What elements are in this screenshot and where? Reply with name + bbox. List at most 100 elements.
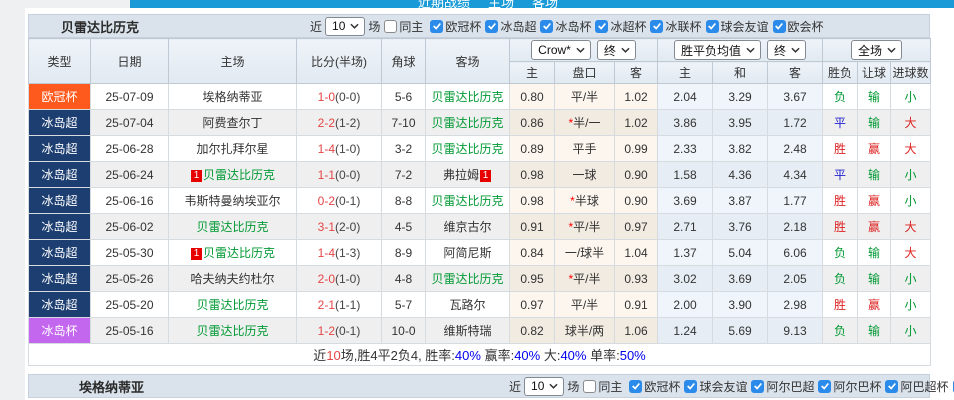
home-team-name[interactable]: 贝雷达比历克 (196, 324, 268, 338)
match-count-select[interactable]: 10 (325, 17, 365, 36)
crown-away-odds: 1.04 (615, 240, 658, 266)
league-filter-checkbox[interactable]: 冰联杯 (650, 18, 701, 35)
away-team-cell: 贝雷达比历克 (426, 266, 510, 292)
away-team-cell: 弗拉姆1 (426, 162, 510, 188)
home-team-name[interactable]: 阿费查尔丁 (202, 116, 262, 130)
col-header-type: 类型 (29, 39, 91, 84)
history-filters: 近 10 场 同主 欧冠杯 球会友谊 阿尔巴超 阿尔巴杯 阿巴超杯 (506, 377, 954, 396)
goals-result: 大 (891, 214, 931, 240)
away-team-name[interactable]: 贝雷达比历克 (431, 116, 503, 130)
nav-tab[interactable]: 客场 (532, 0, 558, 8)
team-history-header: 埃格纳蒂亚 近 10 场 同主 欧冠杯 球会友谊 阿尔巴超 阿尔巴杯 阿巴超 (28, 374, 930, 398)
home-team-name[interactable]: 埃格纳蒂亚 (202, 90, 262, 104)
away-team-name[interactable]: 贝雷达比历克 (431, 142, 503, 156)
away-team-name[interactable]: 贝雷达比历克 (431, 90, 503, 104)
top-nav-bar: 近期战绩 主场 客场 (130, 0, 954, 8)
match-count-select[interactable]: 10 (524, 377, 564, 396)
home-team-name[interactable]: 哈夫纳夫约杜尔 (190, 272, 274, 286)
crown-home-odds: 0.82 (510, 318, 555, 344)
league-badge: 冰岛超 (29, 240, 91, 266)
scope-select[interactable]: 全场 (851, 40, 902, 60)
crown-home-odds: 0.86 (510, 110, 555, 136)
score-cell: 1-0(0-0) (297, 84, 382, 110)
league-filter-checkbox[interactable]: 冰岛超 (485, 18, 536, 35)
crown-handicap: 球半/两 (555, 318, 615, 344)
match-date: 25-05-26 (91, 266, 169, 292)
match-date: 25-06-16 (91, 188, 169, 214)
league-filter-checkbox[interactable]: 球会友谊 (684, 378, 747, 395)
match-row: 冰岛超 25-06-02 贝雷达比历克 3-1(2-0) 4-5 维京古尔 0.… (29, 214, 931, 240)
home-team-name[interactable]: 韦斯特曼纳埃亚尔 (184, 194, 280, 208)
away-team-name[interactable]: 瓦路尔 (449, 298, 485, 312)
league-filter-checkbox[interactable]: 冰岛杯 (540, 18, 591, 35)
crown-home-odds: 0.80 (510, 84, 555, 110)
euro-home-odds: 3.86 (658, 110, 713, 136)
home-team-name[interactable]: 加尔扎拜尔星 (196, 142, 268, 156)
near-label: 近 (509, 378, 521, 395)
match-date: 25-06-28 (91, 136, 169, 162)
score-cell: 3-1(2-0) (297, 214, 382, 240)
handicap-result: 赢 (858, 214, 891, 240)
outcome-result: 胜 (823, 292, 858, 318)
checkbox-icon (751, 380, 764, 393)
home-team-cell: 贝雷达比历克 (169, 214, 297, 240)
crown-home-odds: 0.95 (510, 266, 555, 292)
league-filter-checkbox[interactable]: 欧冠杯 (430, 18, 481, 35)
checkbox-icon (885, 380, 898, 393)
bookmaker-select[interactable]: Crow* (531, 40, 591, 60)
match-history-table: 类型 日期 主场 比分(半场) 角球 客场 Crow* 终 (28, 38, 931, 366)
league-filter-checkbox[interactable]: 冰超杯 (595, 18, 646, 35)
euro-home-odds: 3.02 (658, 266, 713, 292)
home-team-cell: 1贝雷达比历克 (169, 240, 297, 266)
euro-home-odds: 1.58 (658, 162, 713, 188)
league-badge: 冰岛超 (29, 214, 91, 240)
corners-cell: 7-10 (382, 110, 426, 136)
goals-result: 小 (891, 292, 931, 318)
away-team-cell: 瓦路尔 (426, 292, 510, 318)
crown-handicap: *平/半 (555, 214, 615, 240)
crown-away-odds: 0.93 (615, 266, 658, 292)
euro-away-odds: 2.48 (768, 136, 823, 162)
away-team-name[interactable]: 贝雷达比历克 (431, 272, 503, 286)
away-team-name[interactable]: 阿简尼斯 (443, 246, 491, 260)
away-team-name[interactable]: 维京古尔 (443, 220, 491, 234)
outcome-result: 胜 (823, 136, 858, 162)
euro-home-odds: 2.33 (658, 136, 713, 162)
crown-handicap: *半球 (555, 188, 615, 214)
league-filter-checkbox[interactable]: 欧会杯 (773, 18, 824, 35)
same-host-checkbox[interactable]: 同主 (583, 378, 622, 395)
away-team-name[interactable]: 维斯特瑞 (443, 324, 491, 338)
crown-home-odds: 0.98 (510, 188, 555, 214)
goals-result: 大 (891, 240, 931, 266)
crown-stage-select[interactable]: 终 (597, 40, 636, 60)
league-filter-checkbox[interactable]: 阿尔巴超 (751, 378, 814, 395)
match-date: 25-05-16 (91, 318, 169, 344)
odds-average-select[interactable]: 胜平负均值 (674, 40, 761, 60)
corners-cell: 3-2 (382, 136, 426, 162)
home-team-name[interactable]: 贝雷达比历克 (203, 168, 275, 182)
home-team-cell: 贝雷达比历克 (169, 318, 297, 344)
league-filter-checkbox[interactable]: 欧冠杯 (629, 378, 680, 395)
euro-away-odds: 6.06 (768, 240, 823, 266)
checkbox-icon (650, 20, 663, 33)
corners-cell: 10-0 (382, 318, 426, 344)
home-team-name[interactable]: 贝雷达比历克 (196, 298, 268, 312)
team-history-header: 贝雷达比历克 近 10 场 同主 欧冠杯 冰岛超 冰岛杯 冰超杯 冰联杯 (28, 14, 930, 38)
home-team-name[interactable]: 贝雷达比历克 (203, 246, 275, 260)
outcome-result: 负 (823, 318, 858, 344)
euro-draw-odds: 5.04 (713, 240, 768, 266)
goals-result: 小 (891, 188, 931, 214)
same-host-checkbox[interactable]: 同主 (384, 18, 423, 35)
away-team-name[interactable]: 弗拉姆 (443, 168, 479, 182)
col-header-crown-home: 主 (510, 62, 555, 84)
euro-stage-select[interactable]: 终 (767, 40, 806, 60)
outcome-result: 平 (823, 110, 858, 136)
home-team-name[interactable]: 贝雷达比历克 (196, 220, 268, 234)
nav-tab[interactable]: 主场 (488, 0, 514, 8)
league-filter-checkbox[interactable]: 阿尔巴杯 (818, 378, 881, 395)
nav-tab[interactable]: 近期战绩 (418, 0, 470, 8)
away-team-name[interactable]: 贝雷达比历克 (431, 194, 503, 208)
league-filter-checkbox[interactable]: 阿巴超杯 (885, 378, 948, 395)
outcome-result: 平 (823, 162, 858, 188)
league-filter-checkbox[interactable]: 球会友谊 (706, 18, 769, 35)
